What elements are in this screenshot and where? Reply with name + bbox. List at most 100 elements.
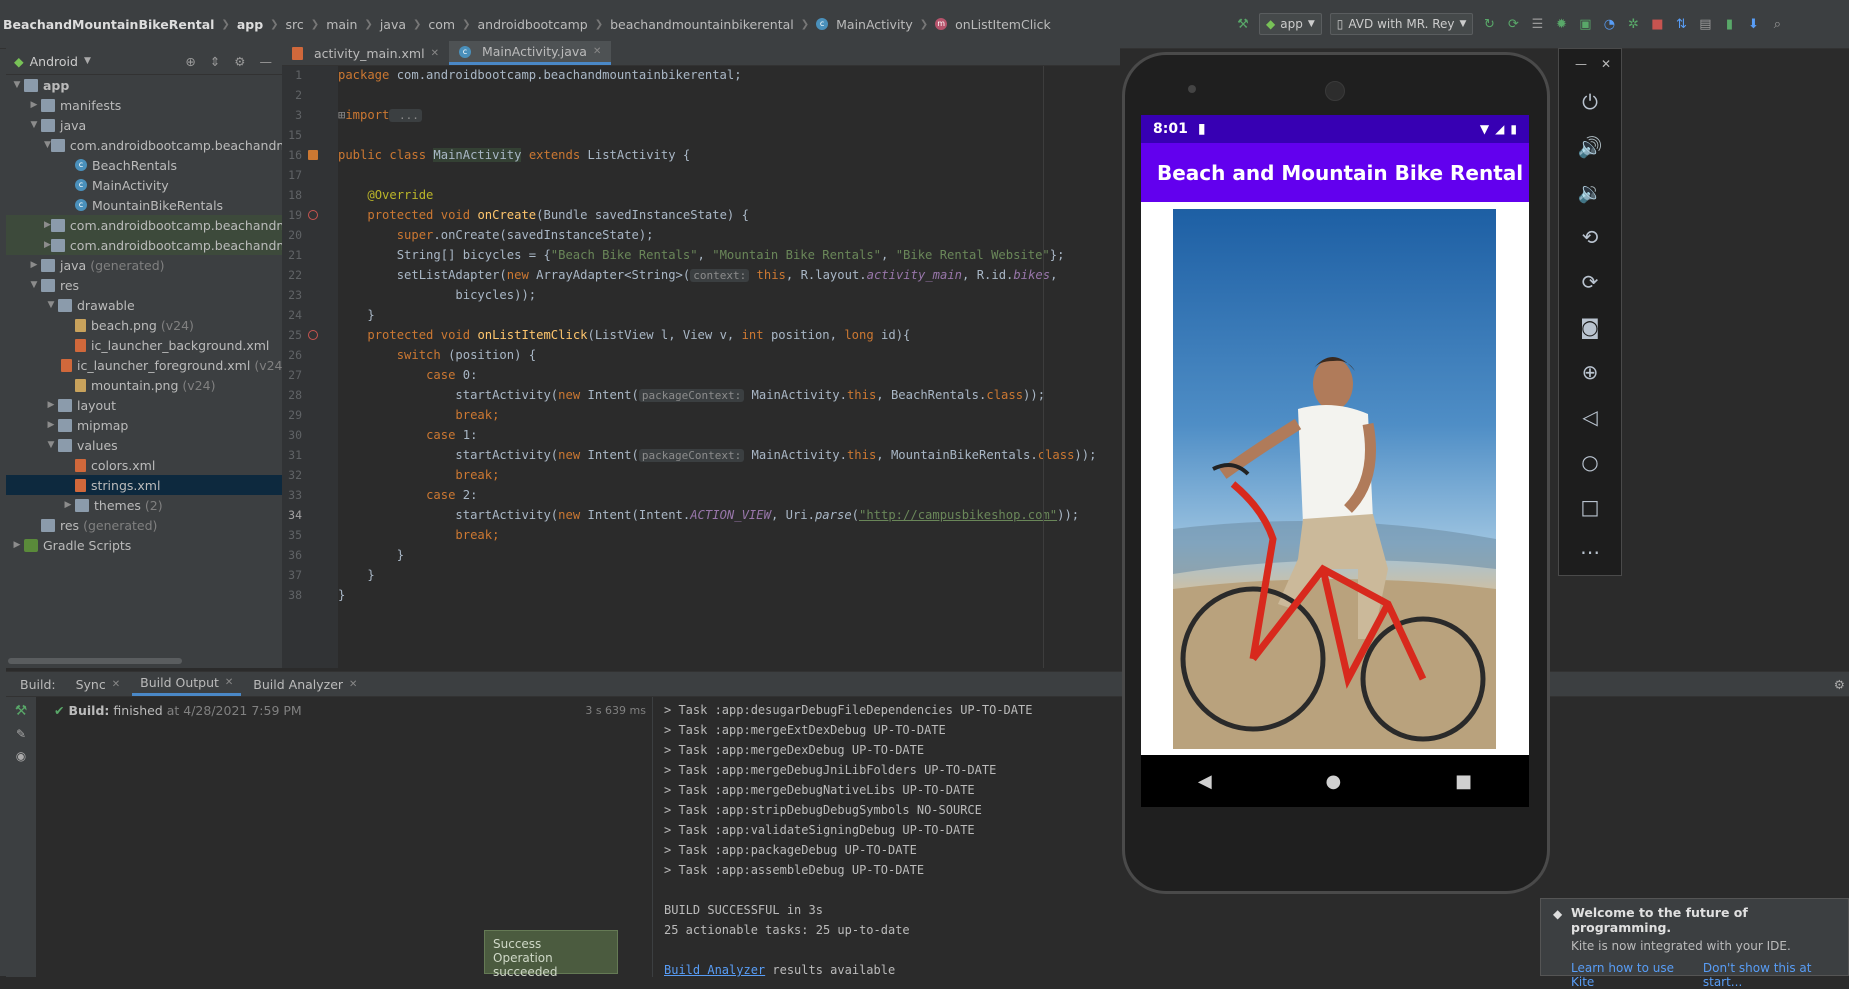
target-icon[interactable]: ⊕ (185, 54, 195, 69)
chevron-right-icon[interactable]: ▶ (44, 220, 51, 230)
apply-changes-icon[interactable]: ↻ (1481, 16, 1497, 32)
tree-item[interactable]: ▶ themes (2) (6, 495, 282, 515)
chevron-right-icon[interactable]: ▶ (44, 420, 58, 430)
breadcrumb-java[interactable]: java (377, 17, 409, 32)
gear-icon[interactable]: ⚙ (234, 54, 245, 69)
attach-debugger-icon[interactable]: ✲ (1625, 16, 1641, 32)
tree-item[interactable]: ▼ values (6, 435, 282, 455)
tree-item[interactable]: res (generated) (6, 515, 282, 535)
tree-item[interactable]: ▶ java (generated) (6, 255, 282, 275)
hammer-icon[interactable]: ⚒ (1235, 16, 1251, 32)
coverage-icon[interactable]: ▣ (1577, 16, 1593, 32)
close-icon[interactable]: ✕ (431, 48, 439, 59)
override-marker-icon[interactable] (308, 210, 318, 220)
tree-item[interactable]: c MountainBikeRentals (6, 195, 282, 215)
chevron-down-icon[interactable]: ▼ (27, 120, 41, 130)
tree-item[interactable]: ▶ mipmap (6, 415, 282, 435)
tree-item[interactable]: ▼ drawable (6, 295, 282, 315)
apply-code-changes-icon[interactable]: ⟳ (1505, 16, 1521, 32)
search-icon[interactable]: ⌕ (1769, 16, 1785, 32)
overview-icon[interactable]: □ (1559, 484, 1621, 529)
chevron-right-icon[interactable]: ▶ (27, 260, 41, 270)
breadcrumb-class[interactable]: MainActivity (833, 17, 916, 32)
tree-item[interactable]: ▼ res (6, 275, 282, 295)
volume-up-icon[interactable]: 🔊 (1559, 124, 1621, 169)
chevron-right-icon[interactable]: ▶ (44, 400, 58, 410)
close-icon[interactable]: ✕ (112, 679, 120, 690)
kite-dismiss-link[interactable]: Don't show this at start... (1703, 961, 1838, 989)
tree-item[interactable]: c BeachRentals (6, 155, 282, 175)
back-icon[interactable]: ◁ (1559, 394, 1621, 439)
tree-item[interactable]: ▶ layout (6, 395, 282, 415)
breadcrumb-com[interactable]: com (425, 17, 458, 32)
bookmark-icon[interactable] (308, 150, 318, 160)
rotate-left-icon[interactable]: ⟲ (1559, 214, 1621, 259)
chevron-down-icon[interactable]: ▼ (10, 80, 24, 90)
breadcrumb-project[interactable]: BeachandMountainBikeRental (0, 17, 217, 32)
emulator-screen[interactable]: 8:01 ▮ ▼ ◢ ▮ Beach and Mountain Bike Renta… (1141, 115, 1529, 807)
tree-item[interactable]: strings.xml (6, 475, 282, 495)
zoom-icon[interactable]: ⊕ (1559, 349, 1621, 394)
close-icon[interactable]: ✕ (349, 679, 357, 690)
more-icon[interactable]: ⋯ (1559, 529, 1621, 574)
tree-item[interactable]: beach.png (v24) (6, 315, 282, 335)
tree-item[interactable]: ▶ manifests (6, 95, 282, 115)
minimize-icon[interactable]: — (1575, 57, 1587, 71)
breadcrumb-method[interactable]: onListItemClick (952, 17, 1054, 32)
breadcrumb-main[interactable]: main (323, 17, 360, 32)
run-config-select[interactable]: ◆ app ▼ (1259, 13, 1322, 35)
project-view-select[interactable]: Android (30, 54, 78, 69)
nav-recents-icon[interactable]: ■ (1455, 771, 1472, 792)
tab-sync[interactable]: Sync ✕ (68, 672, 129, 696)
breadcrumb-src[interactable]: src (283, 17, 307, 32)
build-analyzer-link[interactable]: Build Analyzer (664, 963, 765, 977)
kite-learn-link[interactable]: Learn how to use Kite (1571, 961, 1687, 989)
chevron-down-icon[interactable]: ▼ (27, 280, 41, 290)
sync-gradle-icon[interactable]: ⇅ (1673, 16, 1689, 32)
eye-icon[interactable]: ◉ (6, 749, 36, 763)
build-output-console[interactable]: > Task :app:desugarDebugFileDependencies… (656, 697, 1136, 977)
chevron-down-icon[interactable]: ▼ (44, 300, 58, 310)
chevron-down-icon[interactable]: ▼ (44, 140, 51, 150)
collapse-all-icon[interactable]: ⇕ (210, 54, 220, 69)
tree-item[interactable]: ▼ app (6, 75, 282, 95)
power-icon[interactable]: ⏻ (1559, 79, 1621, 124)
tree-item[interactable]: ▶ com.androidbootcamp.beachandmou (6, 215, 282, 235)
tree-item[interactable]: ▼ java (6, 115, 282, 135)
layout-inspector-icon[interactable]: ▤ (1697, 16, 1713, 32)
minimize-icon[interactable]: — (260, 54, 273, 69)
pin-icon[interactable]: ✎ (6, 727, 36, 741)
camera-icon[interactable]: ◙ (1559, 304, 1621, 349)
override-marker-icon[interactable] (308, 330, 318, 340)
tab-activity-main[interactable]: activity_main.xml ✕ (282, 41, 449, 65)
nav-back-icon[interactable]: ◀ (1198, 771, 1212, 792)
chevron-right-icon[interactable]: ▶ (44, 240, 51, 250)
tree-item[interactable]: ▼ com.androidbootcamp.beachandmou (6, 135, 282, 155)
close-icon[interactable]: ✕ (225, 677, 233, 688)
gear-icon[interactable]: ⚙ (1834, 677, 1845, 692)
chevron-right-icon[interactable]: ▶ (61, 500, 75, 510)
sdk-manager-icon[interactable]: ⬇ (1745, 16, 1761, 32)
home-icon[interactable]: ○ (1559, 439, 1621, 484)
hammer-icon[interactable]: ⚒ (6, 703, 36, 719)
device-select[interactable]: ▯ AVD with MR. Rey ▼ (1329, 13, 1474, 35)
breadcrumb-androidbootcamp[interactable]: androidbootcamp (475, 17, 591, 32)
code-editor[interactable]: package com.androidbootcamp.beachandmoun… (338, 66, 1120, 668)
list-icon[interactable]: ☰ (1529, 16, 1545, 32)
tree-item[interactable]: colors.xml (6, 455, 282, 475)
stop-icon[interactable]: ■ (1649, 16, 1665, 32)
chevron-right-icon[interactable]: ▶ (10, 540, 24, 550)
tree-item[interactable]: mountain.png (v24) (6, 375, 282, 395)
tree-item[interactable]: c MainActivity (6, 175, 282, 195)
volume-down-icon[interactable]: 🔉 (1559, 169, 1621, 214)
breadcrumb-app[interactable]: app (234, 17, 266, 32)
close-icon[interactable]: ✕ (1601, 57, 1611, 71)
chevron-down-icon[interactable]: ▼ (44, 440, 58, 450)
rotate-right-icon[interactable]: ⟳ (1559, 259, 1621, 304)
tree-item[interactable]: ic_launcher_foreground.xml(v24) (6, 355, 282, 375)
profiler-icon[interactable]: ◔ (1601, 16, 1617, 32)
avd-manager-icon[interactable]: ▮ (1721, 16, 1737, 32)
breadcrumb-package[interactable]: beachandmountainbikerental (607, 17, 797, 32)
horizontal-scrollbar[interactable] (8, 658, 182, 664)
build-status-row[interactable]: ✔ Build: finished at 4/28/2021 7:59 PM (54, 703, 302, 718)
